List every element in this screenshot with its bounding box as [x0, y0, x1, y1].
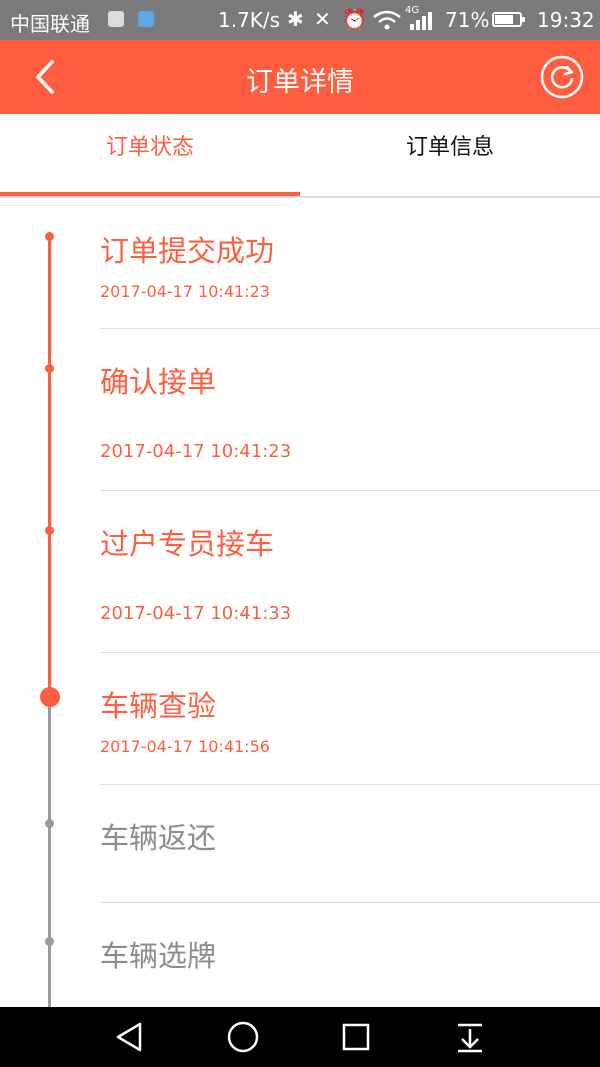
silent-icon: ✕ — [314, 7, 331, 31]
signal-icon — [410, 12, 432, 30]
step-title: 车辆选牌 — [100, 939, 217, 973]
step-title: 过户专员接车 — [100, 527, 275, 561]
battery-percent: 71% — [445, 8, 490, 32]
step-title: 确认接单 — [100, 365, 217, 399]
divider — [100, 490, 600, 491]
page-title: 订单详情 — [246, 67, 354, 98]
step-time: 2017-04-17 10:41:33 — [100, 603, 292, 624]
order-status-timeline: 订单提交成功 2017-04-17 10:41:23 确认接单 2017-04-… — [0, 198, 600, 1007]
step-title: 车辆查验 — [100, 689, 217, 723]
clock: 19:32 — [537, 8, 595, 32]
timeline-line-pending — [48, 696, 51, 1007]
step-time: 2017-04-17 10:41:23 — [100, 282, 270, 301]
message-icon — [138, 11, 154, 27]
step-time: 2017-04-17 10:41:56 — [100, 737, 270, 756]
status-bar: 中国联通 1.7K/s ✱ ✕ ⏰ 4G 71% 19:32 — [0, 0, 600, 40]
home-circle-icon[interactable] — [225, 1019, 261, 1055]
app-header: 订单详情 — [0, 40, 600, 114]
divider — [100, 652, 600, 653]
tab-order-status[interactable]: 订单状态 — [0, 114, 300, 196]
timeline-dot — [45, 232, 54, 241]
timeline-dot — [45, 937, 54, 946]
divider — [100, 902, 600, 903]
step-title: 订单提交成功 — [100, 234, 275, 268]
gallery-icon — [108, 11, 124, 27]
divider — [100, 328, 600, 329]
timeline-current-dot — [40, 687, 60, 707]
system-nav-bar — [0, 1007, 600, 1067]
recents-square-icon[interactable] — [338, 1019, 374, 1055]
timeline-dot — [45, 819, 54, 828]
timeline-line-completed — [48, 236, 51, 696]
step-title: 车辆返还 — [100, 821, 217, 855]
alarm-icon: ⏰ — [342, 7, 367, 31]
back-triangle-icon[interactable] — [112, 1019, 148, 1055]
step-time: 2017-04-17 10:41:23 — [100, 441, 292, 462]
carrier-label: 中国联通 — [10, 12, 90, 36]
battery-icon — [492, 12, 525, 27]
tab-bar: 订单状态 订单信息 — [0, 114, 600, 198]
net-speed: 1.7K/s — [218, 8, 281, 32]
tab-order-info[interactable]: 订单信息 — [300, 114, 600, 196]
active-tab-indicator — [0, 192, 300, 196]
wifi-icon — [373, 10, 401, 30]
timeline-dot — [45, 364, 54, 373]
divider — [100, 784, 600, 785]
bluetooth-icon: ✱ — [287, 7, 304, 31]
refresh-icon[interactable] — [540, 55, 584, 99]
timeline-dot — [45, 526, 54, 535]
notification-pull-icon[interactable] — [452, 1019, 488, 1055]
